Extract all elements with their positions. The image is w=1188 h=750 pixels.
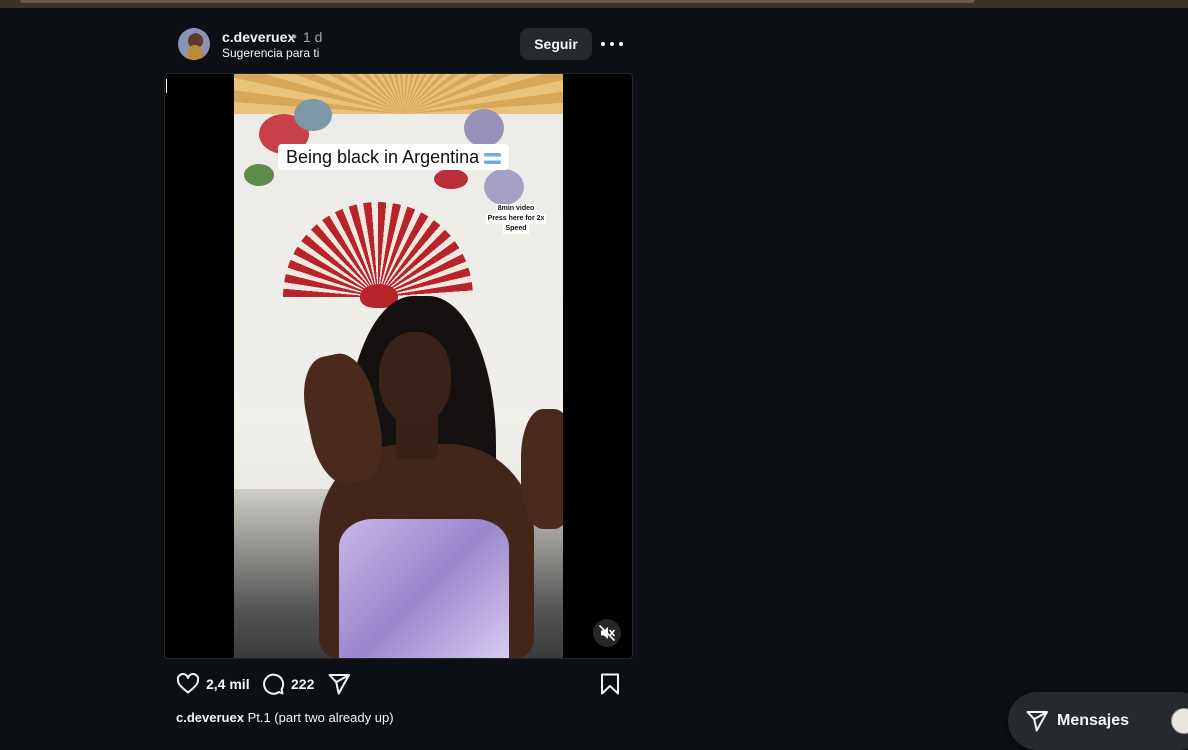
send-icon[interactable]	[327, 672, 351, 696]
messages-button[interactable]: Mensajes	[1008, 692, 1188, 750]
follow-button[interactable]: Seguir	[520, 28, 592, 60]
comment-icon[interactable]	[261, 672, 285, 696]
muted-speaker-icon	[599, 625, 615, 641]
send-icon	[1026, 711, 1048, 732]
mute-toggle-button[interactable]	[593, 619, 621, 647]
caption-text: Pt.1 (part two already up)	[247, 710, 394, 725]
avatar[interactable]	[178, 28, 210, 60]
messages-label: Mensajes	[1057, 712, 1130, 729]
person-face	[379, 332, 451, 424]
post-media[interactable]: Being black in Argentina 8min video Pres…	[164, 73, 633, 659]
top-strip	[0, 0, 1188, 8]
comment-count: 222	[291, 676, 315, 692]
top-strip-bar	[20, 0, 975, 3]
caption-username[interactable]: c.deveruex	[176, 710, 244, 725]
text-cursor	[166, 79, 167, 93]
video-frame[interactable]: Being black in Argentina 8min video Pres…	[234, 74, 563, 658]
separator-dot: •	[292, 28, 297, 44]
heart-icon[interactable]	[176, 672, 200, 696]
bookmark-icon[interactable]	[598, 672, 622, 696]
post-username[interactable]: c.deveruex	[222, 29, 295, 45]
post-header: c.deveruex • 1 d Sugerencia para ti Segu…	[178, 27, 633, 63]
argentina-flag-icon	[484, 152, 502, 164]
post-caption: c.deveruex Pt.1 (part two already up)	[176, 710, 394, 725]
like-count[interactable]: 2,4 mil	[206, 676, 250, 692]
video-speed-note: 8min video Press here for 2x Speed	[485, 204, 547, 234]
avatar	[1171, 708, 1188, 734]
post-subtitle: Sugerencia para ti	[222, 46, 320, 60]
post-time[interactable]: 1 d	[303, 29, 322, 45]
post-actions: 2,4 mil 222	[176, 671, 626, 697]
video-overlay-title: Being black in Argentina	[278, 144, 510, 170]
more-options-icon[interactable]	[601, 37, 623, 51]
